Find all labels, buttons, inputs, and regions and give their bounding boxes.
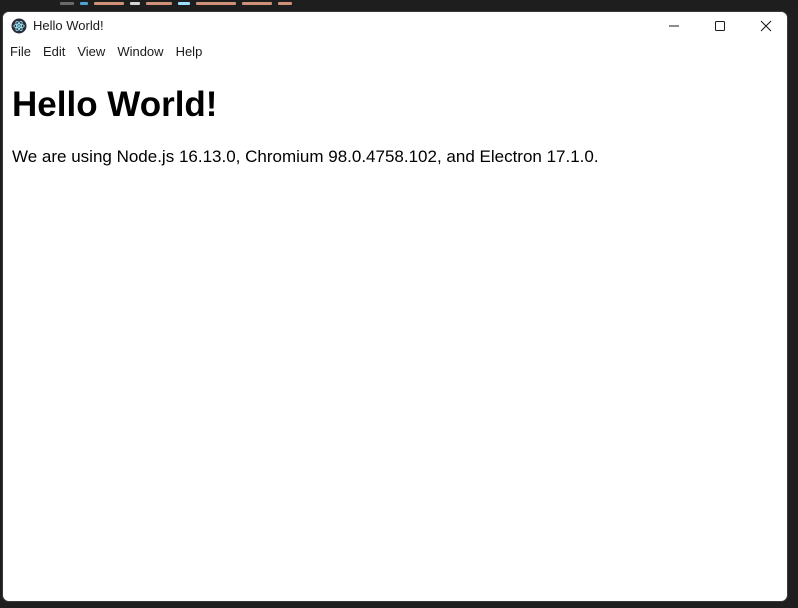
chromium-label: , Chromium: [235, 147, 329, 166]
menu-window[interactable]: Window: [111, 40, 169, 64]
node-version: 16.13.0: [178, 147, 236, 166]
chromium-version: 98.0.4758.102: [328, 147, 437, 166]
version-text-suffix: .: [593, 147, 599, 166]
menu-bar: File Edit View Window Help: [3, 40, 787, 64]
minimize-icon: [669, 25, 679, 27]
menu-help[interactable]: Help: [170, 40, 209, 64]
menu-view[interactable]: View: [71, 40, 111, 64]
version-info: We are using Node.js 16.13.0, Chromium 9…: [12, 146, 779, 168]
window-title: Hello World!: [33, 18, 104, 33]
menu-edit[interactable]: Edit: [37, 40, 71, 64]
background-code-fragment: [60, 0, 292, 8]
minimize-button[interactable]: [651, 12, 697, 40]
maximize-button[interactable]: [697, 12, 743, 40]
close-icon: [760, 20, 772, 32]
electron-label: , and Electron: [436, 147, 547, 166]
maximize-icon: [715, 21, 725, 31]
app-window: Hello World! File Edit View Window Help …: [2, 11, 788, 602]
close-button[interactable]: [743, 12, 787, 40]
version-text-prefix: We are using Node.js: [12, 147, 179, 166]
electron-icon: [11, 18, 27, 34]
electron-version: 17.1.0: [546, 147, 594, 166]
page-content: Hello World! We are using Node.js 16.13.…: [12, 64, 779, 168]
title-bar[interactable]: Hello World!: [3, 12, 787, 40]
menu-file[interactable]: File: [4, 40, 37, 64]
page-heading: Hello World!: [12, 85, 218, 124]
